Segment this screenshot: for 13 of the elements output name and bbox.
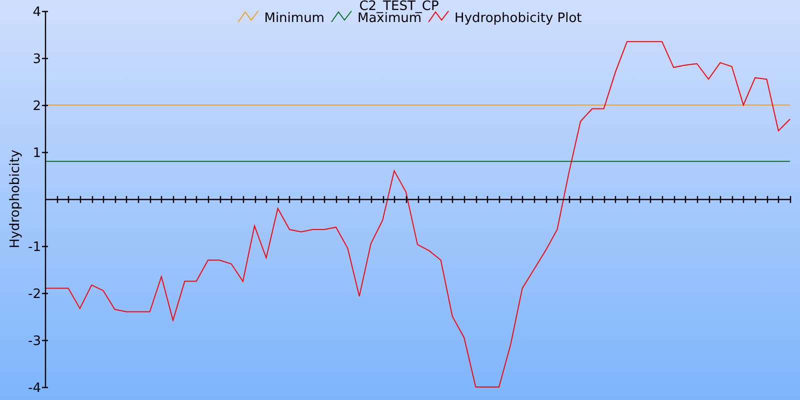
tick-label: -2 bbox=[28, 287, 41, 302]
legend-label: Minimum bbox=[264, 11, 324, 26]
tick-label: 4 bbox=[32, 5, 41, 20]
legend-label: Maximum bbox=[357, 11, 422, 26]
chart-title: C2_TEST_CP bbox=[359, 0, 439, 14]
legend-label: Hydrophobicity Plot bbox=[454, 11, 582, 26]
tick-label: 2 bbox=[32, 99, 41, 114]
tick-label: 3 bbox=[32, 52, 41, 67]
tick-label: -1 bbox=[28, 240, 41, 255]
tick-label: -4 bbox=[28, 381, 41, 396]
tick-label: 1 bbox=[32, 146, 41, 161]
axis-label: Hydrophobicity bbox=[8, 150, 23, 248]
tick-label: -3 bbox=[28, 334, 41, 349]
